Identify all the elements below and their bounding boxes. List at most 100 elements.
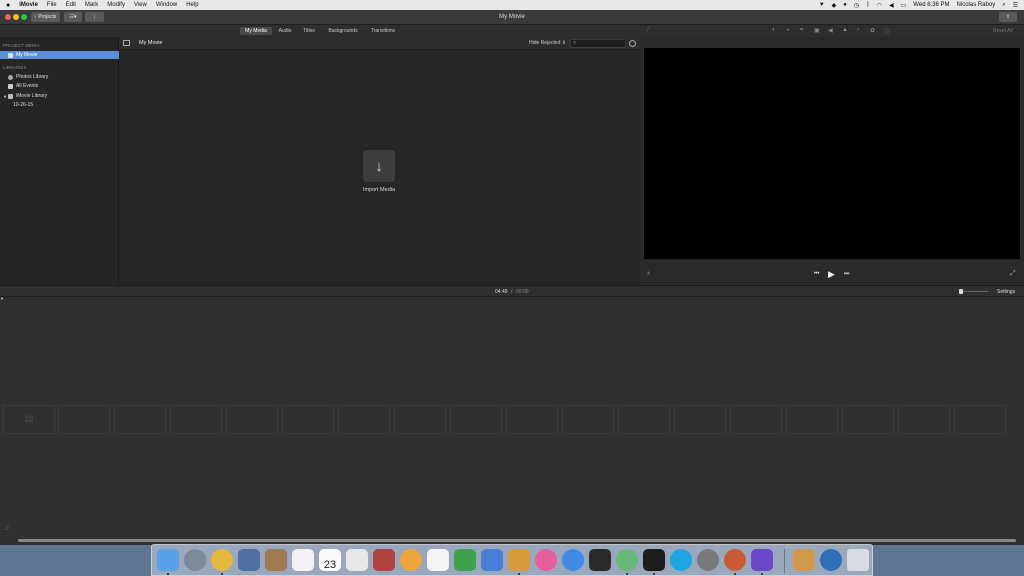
sidebar-item-my-movie[interactable]: My Movie xyxy=(0,51,119,59)
timeline-placeholder xyxy=(170,405,222,434)
textedit-icon[interactable] xyxy=(427,549,449,571)
sidebar-item-photos-library[interactable]: Photos Library xyxy=(0,73,119,81)
volume-icon[interactable]: ◀ xyxy=(828,27,833,34)
tab-backgrounds[interactable]: Backgrounds xyxy=(325,27,361,35)
timeline-scrollbar[interactable] xyxy=(18,539,1016,542)
crop-icon[interactable]: ⌗ xyxy=(800,27,803,34)
microphone-icon[interactable]: ♁ xyxy=(646,270,651,277)
reminders-icon[interactable] xyxy=(346,549,368,571)
launchpad-icon[interactable] xyxy=(184,549,206,571)
preview-icon[interactable] xyxy=(238,549,260,571)
search-input[interactable]: ⌕ xyxy=(570,39,626,48)
trash-icon[interactable] xyxy=(847,549,869,571)
menu-mark[interactable]: Mark xyxy=(85,2,98,8)
user-name[interactable]: Nicolas Raboy xyxy=(957,2,996,8)
search-icon: ⌕ xyxy=(573,40,577,46)
magic-wand-icon[interactable]: ⁄ xyxy=(648,27,649,33)
menu-window[interactable]: Window xyxy=(156,2,177,8)
finder-icon[interactable] xyxy=(157,549,179,571)
calendar-icon[interactable]: 23 xyxy=(319,549,341,571)
menu-view[interactable]: View xyxy=(134,2,147,8)
timeline-settings-button[interactable]: Settings xyxy=(997,289,1015,295)
skip-back-icon[interactable]: ⏮ xyxy=(814,271,819,278)
1password-status-icon[interactable]: ● xyxy=(843,2,847,8)
timeline-placeholder: ▤ xyxy=(3,405,55,434)
photos-icon[interactable] xyxy=(400,549,422,571)
search-icon[interactable]: ⌕ xyxy=(1002,2,1005,9)
tab-audio[interactable]: Audio xyxy=(276,27,294,35)
color-correction-icon[interactable]: ◒ xyxy=(786,27,790,33)
imovie-library-icon xyxy=(7,93,13,99)
play-icon[interactable]: ▶ xyxy=(828,269,835,280)
apple-menu-icon[interactable]: ● xyxy=(6,2,10,9)
menu-edit[interactable]: Edit xyxy=(66,2,76,8)
zoom-slider[interactable] xyxy=(959,289,988,294)
imovie-trailer-icon[interactable] xyxy=(508,549,530,571)
time-machine-icon[interactable]: ◷ xyxy=(854,2,859,9)
menu-bar: ● iMovie File Edit Mark Modify View Wind… xyxy=(0,0,1024,10)
video-preview[interactable] xyxy=(644,48,1020,259)
skype-icon[interactable] xyxy=(670,549,692,571)
shield-status-icon[interactable]: ▼ xyxy=(819,2,825,8)
volume-icon[interactable]: ◀ xyxy=(889,2,894,9)
menu-help[interactable]: Help xyxy=(186,2,198,8)
photo-booth-icon[interactable] xyxy=(373,549,395,571)
stabilization-icon[interactable]: ▣ xyxy=(814,27,820,34)
share-button[interactable]: ⇪ xyxy=(999,12,1017,22)
tab-transitions[interactable]: Transitions xyxy=(367,27,399,35)
browser-title: My Movie xyxy=(139,40,163,46)
atom-icon[interactable] xyxy=(616,549,638,571)
menu-modify[interactable]: Modify xyxy=(107,2,125,8)
numbers-icon[interactable] xyxy=(454,549,476,571)
menu-file[interactable]: File xyxy=(47,2,57,8)
clip-filter-icon[interactable]: ✿ xyxy=(870,27,875,34)
unity-icon[interactable] xyxy=(589,549,611,571)
media-tab-bar: My Media Audio Titles Backgrounds Transi… xyxy=(0,25,640,37)
keynote-icon[interactable] xyxy=(481,549,503,571)
sidebar-item-all-events[interactable]: All Events xyxy=(0,82,119,90)
terminal-icon[interactable] xyxy=(643,549,665,571)
down-arrow-icon: ↓ xyxy=(375,157,383,175)
tab-my-media[interactable]: My Media xyxy=(240,27,272,35)
project-media-header: PROJECT MEDIA xyxy=(3,43,40,48)
notification-center-icon[interactable]: ☰ xyxy=(1013,2,1018,9)
timeline-placeholder xyxy=(786,405,838,434)
notes-icon[interactable] xyxy=(292,549,314,571)
window-toolbar: ‹ Projects ☷▾ ↓ My Movie ⇪ xyxy=(0,10,1024,25)
app-menu[interactable]: iMovie xyxy=(19,2,38,8)
disclosure-triangle-icon[interactable]: ▼ xyxy=(3,94,7,99)
color-balance-icon[interactable]: ◐ xyxy=(772,27,776,33)
speed-icon[interactable]: ◔ xyxy=(856,27,860,33)
sidebar-item-event[interactable]: 10-26-15 xyxy=(0,101,119,109)
wifi-icon[interactable]: ◠ xyxy=(877,2,882,9)
noise-reduction-icon[interactable]: ▲ xyxy=(842,27,848,33)
clock[interactable]: Wed 6:36 PM xyxy=(913,2,949,8)
chrome-icon[interactable] xyxy=(211,549,233,571)
timeline-placeholder xyxy=(114,405,166,434)
dropbox-status-icon[interactable]: ◆ xyxy=(832,2,837,9)
fullscreen-icon[interactable]: ⤢ xyxy=(1010,270,1016,278)
reset-all-button[interactable]: Reset All xyxy=(993,28,1013,34)
running-indicator xyxy=(221,573,223,575)
timeline-placeholder xyxy=(506,405,558,434)
toggle-sidebar-icon[interactable] xyxy=(123,40,130,46)
bluetooth-icon[interactable]: ᛒ xyxy=(866,2,870,8)
battery-icon[interactable]: ▭ xyxy=(901,2,907,9)
itunes-icon[interactable] xyxy=(535,549,557,571)
contacts-icon[interactable] xyxy=(265,549,287,571)
sidebar-item-imovie-library[interactable]: ▼ iMovie Library xyxy=(0,92,119,100)
clip-settings-icon[interactable] xyxy=(629,40,636,47)
hide-rejected-select[interactable]: Hide Rejected ⇕ xyxy=(529,40,566,46)
app-store-icon[interactable] xyxy=(562,549,584,571)
imovie-icon[interactable] xyxy=(751,549,773,571)
tab-titles[interactable]: Titles xyxy=(300,27,318,35)
zoom-slider-knob[interactable] xyxy=(959,289,963,294)
1password-icon[interactable] xyxy=(820,549,842,571)
system-preferences-icon[interactable] xyxy=(697,549,719,571)
skip-forward-icon[interactable]: ⏭ xyxy=(844,271,849,278)
home-folder-icon[interactable] xyxy=(793,549,815,571)
timeline[interactable]: ▼ ▤ ♫ xyxy=(0,296,1024,545)
cocktail-icon[interactable] xyxy=(724,549,746,571)
info-icon[interactable]: ⓘ xyxy=(884,27,890,36)
import-media-button[interactable]: ↓ xyxy=(363,150,395,182)
